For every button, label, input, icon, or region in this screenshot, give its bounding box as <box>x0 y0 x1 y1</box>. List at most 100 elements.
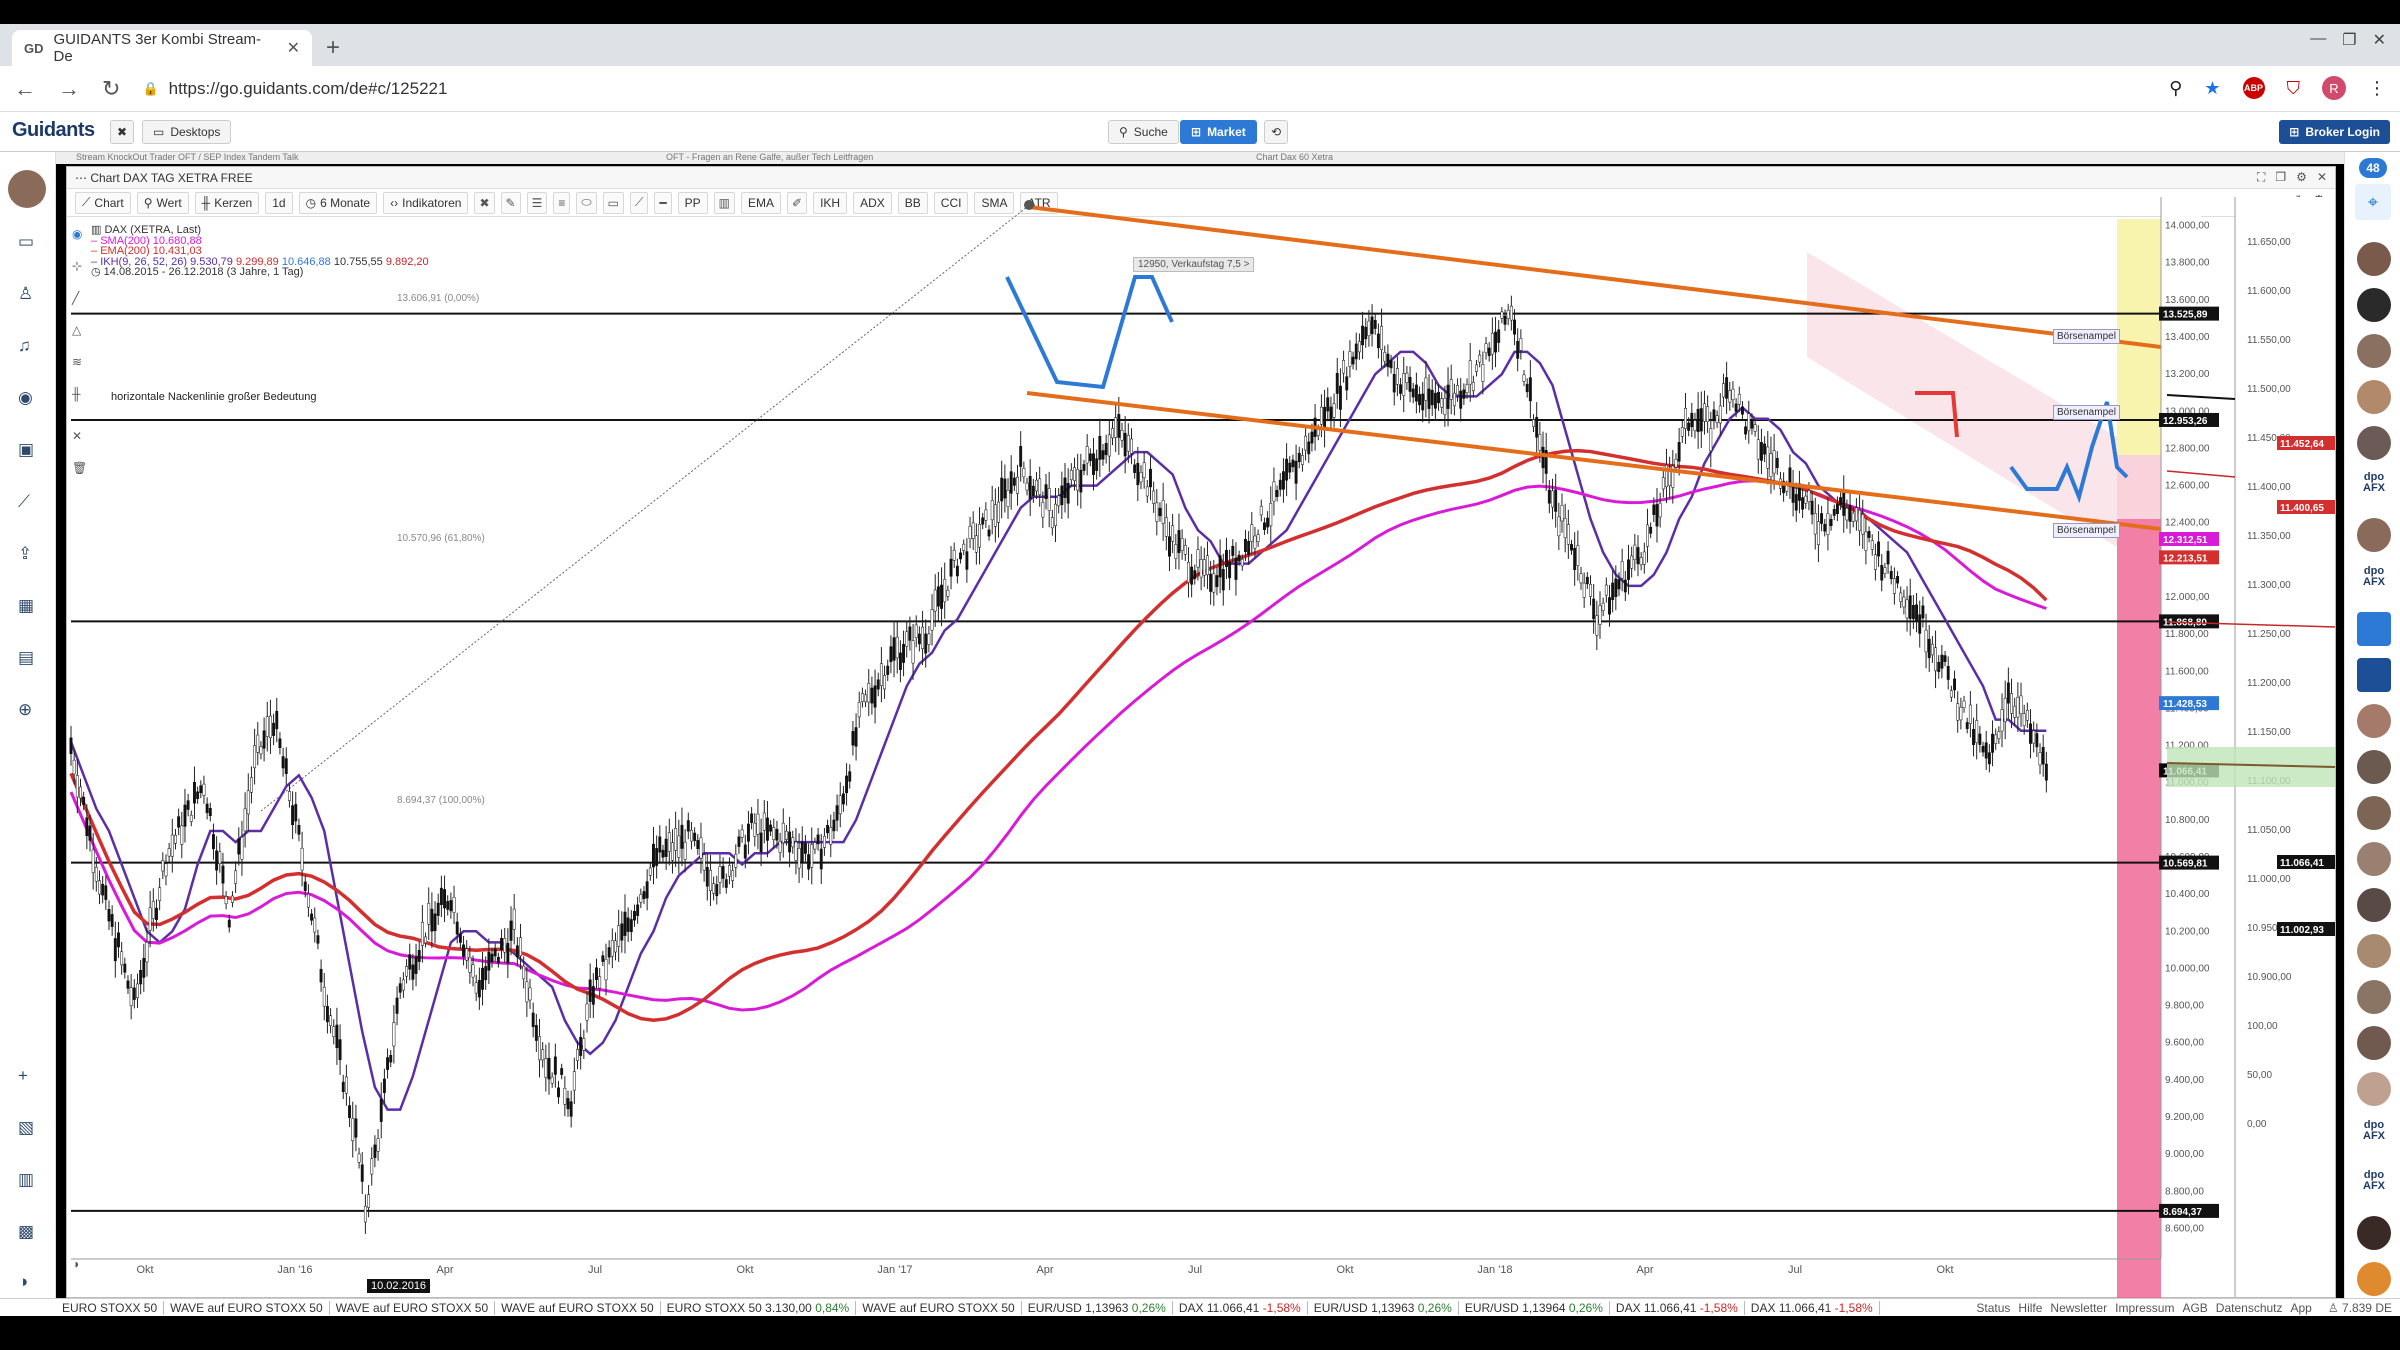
footer-link[interactable]: Datenschutz <box>2216 1301 2283 1315</box>
contact-avatar[interactable] <box>2357 426 2391 460</box>
chart-line-icon[interactable]: ⟋ <box>18 492 30 512</box>
app-icon[interactable] <box>2357 658 2391 692</box>
ticker-item[interactable]: DAX 11.066,41 -1,58% <box>1173 1300 1308 1315</box>
ticker-item[interactable]: WAVE auf EURO STOXX 50 <box>495 1300 661 1315</box>
contact-avatar[interactable] <box>2357 518 2391 552</box>
user-avatar[interactable] <box>8 170 46 208</box>
borsenampel-label-3[interactable]: Börsenampel <box>2053 523 2120 538</box>
crosshair-icon[interactable]: ⊹ <box>72 259 82 273</box>
contact-avatar[interactable] <box>2357 1262 2391 1296</box>
url-text[interactable]: https://go.guidants.com/de#c/125221 <box>169 79 448 99</box>
footer-link[interactable]: Hilfe <box>2018 1301 2042 1315</box>
extension-shield-icon[interactable]: ⛉ <box>2287 78 2301 99</box>
footer-link[interactable]: Status <box>1976 1301 2010 1315</box>
desktops-button[interactable]: ▭ Desktops <box>142 120 232 144</box>
contact-avatar[interactable] <box>2357 1072 2391 1106</box>
triangle-icon[interactable]: △ <box>72 323 81 337</box>
broker-login-button[interactable]: ⊞ Broker Login <box>2279 120 2390 144</box>
borsenampel-label-1[interactable]: Börsenampel <box>2053 329 2120 344</box>
contact-avatar[interactable] <box>2357 888 2391 922</box>
ticker-item[interactable]: WAVE auf EURO STOXX 50 <box>856 1300 1022 1315</box>
language-label[interactable]: DE <box>2375 1301 2392 1315</box>
browser-menu-icon[interactable]: ⋮ <box>2368 78 2386 99</box>
store-icon[interactable]: ▥ <box>18 1170 34 1190</box>
contact-avatar[interactable] <box>2357 1026 2391 1060</box>
history-button[interactable]: ⟲ <box>1264 120 1289 144</box>
adblock-icon[interactable]: ABP <box>2242 77 2265 99</box>
contact-avatar[interactable] <box>2357 380 2391 414</box>
subtab-1[interactable]: Stream KnockOut Trader OFT / SEP Index T… <box>76 152 298 162</box>
ticker-item[interactable]: EUR/USD 1,13964 0,26% <box>1459 1300 1610 1315</box>
contact-avatar[interactable] <box>2357 334 2391 368</box>
contact-avatar[interactable] <box>2357 242 2391 276</box>
inbox-icon[interactable]: ▩ <box>18 1222 34 1242</box>
footer-link[interactable]: Newsletter <box>2050 1301 2107 1315</box>
pin-button[interactable]: ✖ <box>110 120 135 144</box>
users-icon[interactable]: ♙ <box>18 284 33 304</box>
minimize-icon[interactable]: — <box>2310 30 2326 50</box>
contacts-icon[interactable]: ▧ <box>18 1118 34 1138</box>
new-tab-icon[interactable]: + <box>326 34 340 62</box>
borsenampel-label-2[interactable]: Börsenampel <box>2053 405 2120 420</box>
guidants-logo[interactable]: Guidants <box>12 119 95 142</box>
layers-icon[interactable]: ◉ <box>72 227 82 241</box>
footer-link[interactable]: AGB <box>2182 1301 2207 1315</box>
bell-icon[interactable]: ♫ <box>18 336 31 356</box>
trash-icon[interactable]: 🗑 <box>72 461 87 475</box>
ticker-item[interactable]: EURO STOXX 50 3.130,00 0,84% <box>661 1300 857 1315</box>
subtab-3[interactable]: Chart Dax 60 Xetra <box>1256 152 1333 162</box>
reload-icon[interactable]: ↻ <box>102 76 120 102</box>
contact-avatar[interactable] <box>2357 934 2391 968</box>
ticker-item[interactable]: DAX 11.066,41 -1,58% <box>1610 1300 1745 1315</box>
candles-icon[interactable]: ╫ <box>72 387 81 401</box>
dpo-afx-icon[interactable]: dpo AFX <box>2357 1120 2391 1142</box>
table-icon[interactable]: ▦ <box>18 596 34 616</box>
price-chart[interactable]: 14.000,00 13.800,00 13.600,00 13.400,00 13.2… <box>67 167 2337 1299</box>
contrast-icon[interactable]: ◑ <box>18 1272 28 1292</box>
contact-avatar[interactable] <box>2357 796 2391 830</box>
contact-avatar[interactable] <box>2357 980 2391 1014</box>
ticker-item[interactable]: EURO STOXX 50 <box>56 1300 165 1315</box>
zoom-icon[interactable]: ⚲ <box>2169 78 2182 99</box>
contact-avatar[interactable] <box>2357 750 2391 784</box>
ticker-item[interactable]: WAVE auf EURO STOXX 50 <box>330 1300 496 1315</box>
contact-avatar[interactable] <box>2357 842 2391 876</box>
forward-icon[interactable]: → <box>58 76 80 102</box>
location-pin-icon[interactable]: ⌖ <box>2355 184 2391 220</box>
cross-icon[interactable]: ✕ <box>72 429 82 443</box>
upload-icon[interactable]: ⇪ <box>18 544 32 564</box>
tab-close-icon[interactable]: ✕ <box>287 38 300 58</box>
bookmark-star-icon[interactable]: ★ <box>2204 78 2220 99</box>
contact-avatar[interactable] <box>2357 704 2391 738</box>
globe-icon[interactable]: ⊕ <box>18 700 32 720</box>
subtab-2[interactable]: OFT - Fragen an Rene Galfe, außer Tech L… <box>666 152 873 162</box>
footer-link[interactable]: App <box>2291 1301 2312 1315</box>
omnibox[interactable]: 🔒 https://go.guidants.com/de#c/125221 <box>142 79 447 99</box>
pattern-icon[interactable]: ≋ <box>72 355 82 369</box>
window-close-icon[interactable]: ✕ <box>2373 30 2386 50</box>
notification-count[interactable]: 48 <box>2359 158 2387 178</box>
eye-icon[interactable]: ◉ <box>18 388 33 408</box>
app-icon[interactable] <box>2357 612 2391 646</box>
back-icon[interactable]: ← <box>14 76 36 102</box>
contact-avatar[interactable] <box>2357 1216 2391 1250</box>
footer-link[interactable]: Impressum <box>2115 1301 2174 1315</box>
monitor-icon[interactable]: ▭ <box>18 232 34 252</box>
dpo-afx-icon[interactable]: dpo AFX <box>2357 1170 2391 1192</box>
ticker-item[interactable]: WAVE auf EURO STOXX 50 <box>164 1300 330 1315</box>
dpo-afx-icon[interactable]: dpo AFX <box>2357 566 2391 588</box>
ticker-item[interactable]: EUR/USD 1,13963 0,26% <box>1308 1300 1459 1315</box>
slash-icon[interactable]: ╱ <box>72 291 79 305</box>
search-button[interactable]: ⚲ Suche <box>1108 120 1179 144</box>
scroll-icon[interactable]: ◑ <box>72 1257 79 1271</box>
ticker-item[interactable]: DAX 11.066,41 -1,58% <box>1745 1300 1880 1315</box>
browser-tab[interactable]: GD GUIDANTS 3er Kombi Stream-De ✕ <box>12 30 312 66</box>
market-button[interactable]: ⊞ Market <box>1180 120 1257 144</box>
profile-avatar[interactable]: R <box>2322 76 2346 100</box>
sell-signal-label[interactable]: 12950, Verkaufstag 7,5 > <box>1133 257 1255 272</box>
ticker-item[interactable]: EUR/USD 1,13963 0,26% <box>1022 1300 1173 1315</box>
dpo-afx-icon[interactable]: dpo AFX <box>2357 472 2391 494</box>
contact-avatar[interactable] <box>2357 288 2391 322</box>
money-icon[interactable]: ▣ <box>18 440 34 460</box>
add-icon[interactable]: + <box>18 1066 28 1086</box>
